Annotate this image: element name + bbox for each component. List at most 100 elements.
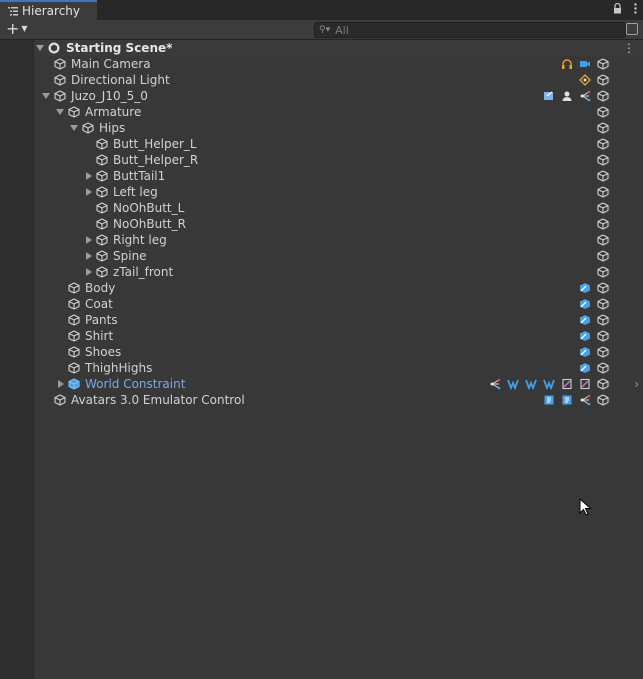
prefab-cube-icon[interactable] [597,298,609,310]
visibility-gutter[interactable] [0,40,34,679]
unity-logo-icon [48,42,60,54]
tree-row[interactable]: Left leg [34,184,643,200]
prefab-cube-icon[interactable] [597,362,609,374]
fold-arrow-right-icon[interactable] [58,380,64,388]
prefab-cube-icon[interactable] [597,106,609,118]
fold-arrow-right-icon[interactable] [86,172,92,180]
tree-row[interactable]: Shoes [34,344,643,360]
list-icon [8,6,18,15]
scene-header[interactable]: Starting Scene* ⋮ [34,40,643,56]
skinned-mesh-icon[interactable] [579,298,591,310]
scene-visibility-button[interactable] [626,23,638,35]
scene-name: Starting Scene* [66,41,173,55]
prefab-cube-icon[interactable] [597,122,609,134]
tree-row[interactable]: World Constraint › [34,376,643,392]
prefab-gameobject-icon [68,378,80,390]
prefab-cube-icon[interactable] [597,314,609,326]
fold-arrow-down-icon[interactable] [56,109,64,115]
tree-row[interactable]: zTail_front [34,264,643,280]
prefab-cube-icon[interactable] [597,394,609,406]
chevron-right-icon[interactable]: › [634,376,639,392]
constraint-icon[interactable] [579,394,591,406]
script-icon[interactable] [561,378,573,390]
prefab-cube-icon[interactable] [597,138,609,150]
fold-arrow-right-icon[interactable] [86,252,92,260]
gameobject-name: Shirt [85,329,114,343]
prefab-cube-icon[interactable] [597,330,609,342]
kebab-menu-icon[interactable] [634,3,637,14]
search-input[interactable]: All [335,24,349,37]
tree-row[interactable]: Avatars 3.0 Emulator Control [34,392,643,408]
prefab-cube-icon[interactable] [597,250,609,262]
prefab-cube-icon[interactable] [597,74,609,86]
prefab-cube-icon[interactable] [597,170,609,182]
gameobject-name: zTail_front [113,265,174,279]
tree-row[interactable]: Armature [34,104,643,120]
skinned-mesh-icon[interactable] [579,314,591,326]
prefab-cube-icon[interactable] [597,282,609,294]
vrc-constraint-icon[interactable] [543,378,555,391]
script-blue-icon[interactable] [543,394,555,406]
skinned-mesh-icon[interactable] [579,282,591,294]
gameobject-icon [68,106,80,118]
tree-row[interactable]: Main Camera [34,56,643,72]
prefab-cube-icon[interactable] [597,378,609,390]
tree-row[interactable]: NoOhButt_R [34,216,643,232]
gameobject-icon [96,202,108,214]
script-blue-icon[interactable] [561,394,573,406]
lock-icon[interactable] [613,3,622,14]
audio-listener-icon[interactable] [561,58,573,70]
scene-menu-icon[interactable]: ⋮ [623,41,635,55]
fold-arrow-down-icon[interactable] [70,125,78,131]
prefab-cube-icon[interactable] [597,266,609,278]
prefab-cube-icon[interactable] [597,346,609,358]
tree-row[interactable]: Shirt [34,328,643,344]
tree-row[interactable]: Spine [34,248,643,264]
light-icon[interactable] [579,74,591,86]
fold-arrow-icon[interactable] [36,45,44,51]
skinned-mesh-icon[interactable] [579,362,591,374]
prefab-cube-icon[interactable] [597,90,609,102]
skinned-mesh-icon[interactable] [579,330,591,342]
tree-row[interactable]: Right leg [34,232,643,248]
script-icon[interactable] [579,378,591,390]
tree-row[interactable]: Butt_Helper_L [34,136,643,152]
skinned-mesh-icon[interactable] [579,346,591,358]
gameobject-icon [68,362,80,374]
prefab-cube-icon[interactable] [597,234,609,246]
prefab-cube-icon[interactable] [597,154,609,166]
animator-icon[interactable] [543,90,555,102]
prefab-cube-icon[interactable] [597,202,609,214]
gameobject-name: Left leg [113,185,158,199]
tree-row[interactable]: Juzo_J10_5_0 [34,88,643,104]
tree-row[interactable]: Pants [34,312,643,328]
fold-arrow-down-icon[interactable] [42,93,50,99]
fold-arrow-right-icon[interactable] [86,188,92,196]
prefab-cube-icon[interactable] [597,186,609,198]
camera-icon[interactable] [579,58,591,70]
tree-row[interactable]: Directional Light [34,72,643,88]
tab-hierarchy[interactable]: Hierarchy [0,0,97,20]
vrc-constraint-icon[interactable] [507,378,519,391]
tree-row[interactable]: ThighHighs [34,360,643,376]
fold-arrow-right-icon[interactable] [86,236,92,244]
constraint-icon[interactable] [579,90,591,102]
tree-row[interactable]: Hips [34,120,643,136]
tree-row[interactable]: NoOhButt_L [34,200,643,216]
tree-row[interactable]: Butt_Helper_R [34,152,643,168]
prefab-cube-icon[interactable] [597,58,609,70]
search-field[interactable]: ⚲▾ All [314,22,626,38]
prefab-cube-icon[interactable] [597,218,609,230]
constraint-icon[interactable] [489,378,501,390]
add-button[interactable]: + ▼ [6,21,28,37]
vrc-constraint-icon[interactable] [525,378,537,391]
tree-row[interactable]: ButtTail1 [34,168,643,184]
avatar-descriptor-icon[interactable] [561,90,573,102]
gameobject-icon [96,138,108,150]
tree-row[interactable]: Body [34,280,643,296]
fold-arrow-right-icon[interactable] [86,268,92,276]
gameobject-name: Avatars 3.0 Emulator Control [71,393,245,407]
gameobject-icon [68,282,80,294]
tree-row[interactable]: Coat [34,296,643,312]
gameobject-name: Main Camera [71,57,151,71]
